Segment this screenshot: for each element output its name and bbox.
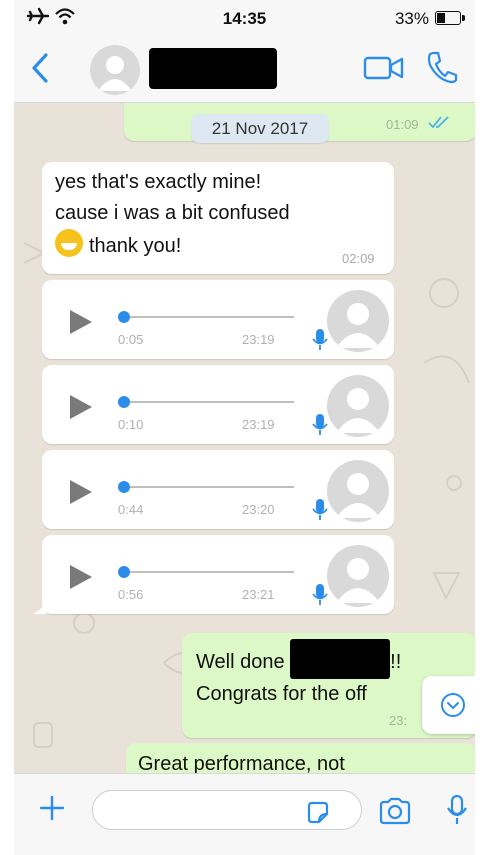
bubble-tail [33,600,47,614]
voice-message[interactable]: 0:44 23:20 [42,450,394,529]
message-timestamp: 23: [389,713,408,728]
sender-avatar [327,545,389,607]
plus-icon[interactable] [38,794,66,827]
message-timestamp: 02:09 [342,251,375,266]
message-line: yes that's exactly mine! [55,171,262,193]
voice-timestamp: 23:19 [242,417,275,432]
outgoing-message-bubble[interactable]: Great performance, not [126,743,475,773]
sender-avatar [327,460,389,522]
battery-icon [435,11,465,25]
microphone-icon [312,583,328,612]
voice-message[interactable]: 0:10 23:19 [42,365,394,444]
voice-message[interactable]: 0:56 23:21 [42,535,394,614]
read-receipt-icon [428,115,450,134]
microphone-icon [312,498,328,527]
message-line-with-emoji: thank you! [55,229,385,262]
incoming-message-bubble[interactable]: yes that's exactly mine! cause i was a b… [42,162,394,274]
voice-duration: 0:56 [118,587,144,602]
voice-timestamp: 23:19 [242,332,275,347]
audio-progress-track[interactable] [124,571,294,573]
date-chip: 21 Nov 2017 [191,114,329,143]
voice-duration: 0:44 [118,502,144,517]
sticker-icon[interactable] [305,800,331,831]
contact-avatar[interactable] [90,45,140,95]
grinning-sweat-emoji-icon [55,229,83,257]
message-line-suffix: !! [390,651,402,673]
camera-icon[interactable] [378,797,412,830]
audio-scrubber[interactable] [118,481,130,493]
microphone-icon [312,413,328,442]
play-icon[interactable] [70,565,92,589]
phone-call-icon[interactable] [426,50,458,89]
frame-edge [0,0,14,855]
voice-message[interactable]: 0:05 23:19 [42,280,394,359]
audio-scrubber[interactable] [118,396,130,408]
message-text: yes that's exactly mine! cause i was a b… [55,167,385,262]
voice-duration: 0:10 [118,417,144,432]
audio-progress-track[interactable] [124,401,294,403]
message-timestamp: 01:09 [386,117,419,132]
message-line: cause i was a bit confused [55,202,290,224]
message-line: Great performance, not [138,753,345,773]
audio-scrubber[interactable] [118,311,130,323]
play-icon[interactable] [70,310,92,334]
message-line: Well done [196,651,285,673]
voice-timestamp: 23:21 [242,587,275,602]
chat-area[interactable]: 01:09 21 Nov 2017 yes that's exactly min… [14,103,475,773]
message-line: thank you! [89,235,182,257]
whatsapp-chat-screen: 14:35 33% 01:09 21 Nov 2017 yes that's e… [0,0,485,855]
microphone-icon [312,328,328,357]
chevron-down-circle-icon [441,693,465,717]
message-composer [14,773,475,855]
back-chevron-icon[interactable] [30,52,50,89]
voice-timestamp: 23:20 [242,502,275,517]
audio-progress-track[interactable] [124,316,294,318]
play-icon[interactable] [70,395,92,419]
message-line-with-redaction: Well done !! [196,639,475,679]
audio-scrubber[interactable] [118,566,130,578]
sender-avatar [327,290,389,352]
microphone-icon[interactable] [447,794,467,831]
sender-avatar [327,375,389,437]
play-icon[interactable] [70,480,92,504]
frame-edge [475,0,485,855]
battery-percent: 33% [394,9,429,28]
redacted-name [290,639,391,679]
chat-header [14,36,475,103]
scroll-to-bottom-button[interactable] [422,676,475,734]
status-bar: 14:35 33% [14,0,475,36]
phone-screen: 14:35 33% 01:09 21 Nov 2017 yes that's e… [14,0,475,855]
audio-progress-track[interactable] [124,486,294,488]
redacted-contact-name[interactable] [149,48,277,89]
video-call-icon[interactable] [363,54,405,87]
voice-duration: 0:05 [118,332,144,347]
